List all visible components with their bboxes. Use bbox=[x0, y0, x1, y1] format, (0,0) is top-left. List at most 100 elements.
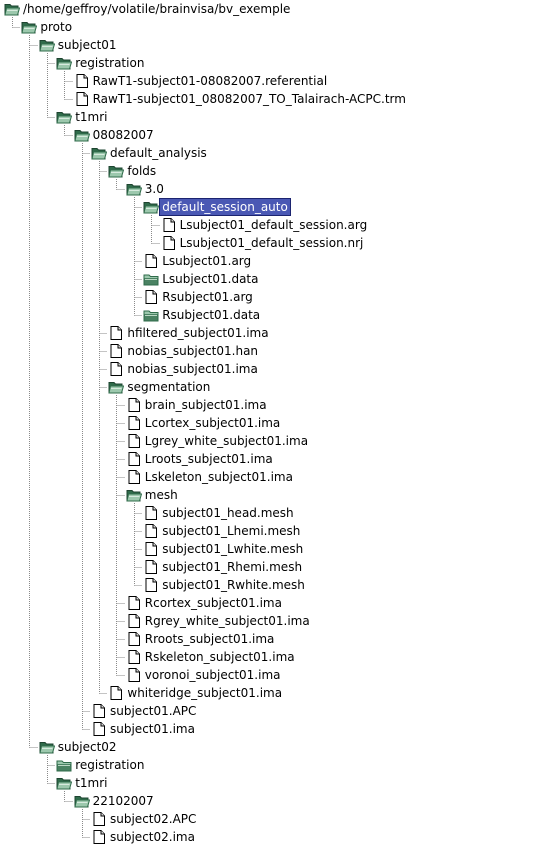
file-icon bbox=[126, 631, 142, 647]
tree-item-label: Lroots_subject01.ima bbox=[144, 452, 273, 466]
tree-folder-item[interactable]: subject01 bbox=[39, 36, 119, 54]
tree-file-item[interactable]: subject01_Rwhite.mesh bbox=[143, 576, 307, 594]
tree-item-label: Rskeleton_subject01.ima bbox=[144, 650, 295, 664]
tree-file-item[interactable]: Lskeleton_subject01.ima bbox=[126, 468, 295, 486]
tree-item-label: Lsubject01.arg bbox=[162, 254, 252, 268]
file-icon bbox=[126, 469, 142, 485]
tree-item-label: Rcortex_subject01.ima bbox=[144, 596, 282, 610]
tree-item-label: default_session_auto bbox=[159, 198, 291, 216]
tree-file-item[interactable]: nobias_subject01.han bbox=[108, 342, 260, 360]
tree-file-item[interactable]: subject01_head.mesh bbox=[143, 504, 295, 522]
tree-folder-item[interactable]: registration bbox=[56, 54, 146, 72]
tree-file-item[interactable]: Rsubject01.arg bbox=[143, 288, 255, 306]
tree-folder-item[interactable]: t1mri bbox=[56, 108, 109, 126]
file-icon bbox=[108, 361, 124, 377]
tree-folder-item[interactable]: default_session_auto bbox=[143, 198, 291, 216]
tree-item-label: registration bbox=[75, 758, 145, 772]
tree-file-item[interactable]: hfiltered_subject01.ima bbox=[108, 324, 270, 342]
tree-item-label: subject01.ima bbox=[110, 722, 195, 736]
folder-open-icon bbox=[108, 163, 125, 179]
tree-item-label: subject01_head.mesh bbox=[162, 506, 294, 520]
tree-folder-item[interactable]: 3.0 bbox=[126, 180, 166, 198]
tree-folder-item[interactable]: subject02 bbox=[39, 738, 119, 756]
file-icon bbox=[91, 811, 107, 827]
tree-folder-item[interactable]: /home/geffroy/volatile/brainvisa/bv_exem… bbox=[4, 0, 292, 18]
folder-open-icon bbox=[56, 55, 73, 71]
tree-item-label: folds bbox=[127, 164, 157, 178]
tree-file-item[interactable]: Lsubject01_default_session.arg bbox=[161, 216, 370, 234]
tree-file-item[interactable]: Lroots_subject01.ima bbox=[126, 450, 275, 468]
file-icon bbox=[126, 595, 142, 611]
file-icon bbox=[126, 667, 142, 683]
tree-file-item[interactable]: Lgrey_white_subject01.ima bbox=[126, 432, 310, 450]
file-icon bbox=[126, 451, 142, 467]
tree-file-item[interactable]: Rskeleton_subject01.ima bbox=[126, 648, 297, 666]
tree-item-label: default_analysis bbox=[110, 146, 207, 160]
folder-open-icon bbox=[56, 109, 73, 125]
tree-item-label: t1mri bbox=[75, 110, 108, 124]
tree-folder-item[interactable]: registration bbox=[56, 756, 146, 774]
file-tree: /home/geffroy/volatile/brainvisa/bv_exem… bbox=[0, 0, 534, 846]
file-icon bbox=[126, 613, 142, 629]
tree-item-label: 22102007 bbox=[92, 794, 154, 808]
tree-file-item[interactable]: Lsubject01.arg bbox=[143, 252, 253, 270]
tree-file-item[interactable]: brain_subject01.ima bbox=[126, 396, 269, 414]
folder-open-icon bbox=[56, 775, 73, 791]
tree-file-item[interactable]: Lcortex_subject01.ima bbox=[126, 414, 283, 432]
tree-item-label: Rroots_subject01.ima bbox=[144, 632, 275, 646]
file-icon bbox=[126, 433, 142, 449]
tree-file-item[interactable]: voronoi_subject01.ima bbox=[126, 666, 283, 684]
tree-item-label: Rgrey_white_subject01.ima bbox=[144, 614, 310, 628]
folder-open-icon bbox=[91, 145, 107, 161]
tree-file-item[interactable]: RawT1-subject01_08082007_TO_Talairach-AC… bbox=[74, 90, 408, 108]
folder-icon bbox=[143, 271, 159, 287]
tree-file-item[interactable]: subject02.APC bbox=[91, 810, 198, 828]
tree-folder-item[interactable]: mesh bbox=[126, 486, 180, 504]
tree-file-item[interactable]: Lsubject01_default_session.nrj bbox=[161, 234, 366, 252]
folder-open-icon bbox=[39, 739, 55, 755]
tree-folder-item[interactable]: 22102007 bbox=[73, 792, 156, 810]
tree-file-item[interactable]: Rcortex_subject01.ima bbox=[126, 594, 284, 612]
tree-folder-item[interactable]: default_analysis bbox=[91, 144, 209, 162]
tree-file-item[interactable]: subject01_Lhemi.mesh bbox=[143, 522, 302, 540]
tree-file-item[interactable]: subject01_Rhemi.mesh bbox=[143, 558, 304, 576]
tree-folder-item[interactable]: Lsubject01.data bbox=[143, 270, 260, 288]
tree-file-item[interactable]: subject02.ima bbox=[91, 828, 197, 846]
folder-open-icon bbox=[143, 199, 160, 215]
file-icon bbox=[143, 505, 159, 521]
folder-open-icon bbox=[126, 487, 142, 503]
tree-folder-item[interactable]: folds bbox=[108, 162, 158, 180]
tree-file-item[interactable]: Rroots_subject01.ima bbox=[126, 630, 277, 648]
tree-file-item[interactable]: subject01_Lwhite.mesh bbox=[143, 540, 305, 558]
file-icon bbox=[126, 649, 142, 665]
tree-file-item[interactable]: subject01.APC bbox=[91, 702, 198, 720]
file-icon bbox=[161, 217, 177, 233]
tree-item-label: nobias_subject01.han bbox=[127, 344, 259, 358]
file-icon bbox=[126, 415, 142, 431]
tree-item-label: Rsubject01.data bbox=[162, 308, 261, 322]
file-icon bbox=[126, 397, 142, 413]
tree-item-label: Rsubject01.arg bbox=[162, 290, 253, 304]
tree-folder-item[interactable]: Rsubject01.data bbox=[143, 306, 262, 324]
file-icon bbox=[143, 559, 159, 575]
tree-file-item[interactable]: RawT1-subject01-08082007.referential bbox=[74, 72, 330, 90]
tree-item-label: 3.0 bbox=[144, 182, 164, 196]
tree-folder-item[interactable]: segmentation bbox=[108, 378, 212, 396]
tree-folder-item[interactable]: proto bbox=[21, 18, 74, 36]
file-icon bbox=[108, 685, 124, 701]
file-icon bbox=[91, 721, 107, 737]
tree-item-label: brain_subject01.ima bbox=[144, 398, 267, 412]
file-icon bbox=[74, 91, 90, 107]
tree-item-label: hfiltered_subject01.ima bbox=[127, 326, 269, 340]
tree-item-label: subject01 bbox=[57, 38, 117, 52]
tree-folder-item[interactable]: t1mri bbox=[56, 774, 109, 792]
tree-item-label: subject01_Lwhite.mesh bbox=[162, 542, 304, 556]
tree-file-item[interactable]: subject01.ima bbox=[91, 720, 197, 738]
folder-icon bbox=[143, 307, 159, 323]
file-icon bbox=[161, 235, 177, 251]
tree-file-item[interactable]: whiteridge_subject01.ima bbox=[108, 684, 284, 702]
tree-folder-item[interactable]: 08082007 bbox=[73, 126, 156, 144]
tree-item-label: Lskeleton_subject01.ima bbox=[144, 470, 293, 484]
tree-file-item[interactable]: nobias_subject01.ima bbox=[108, 360, 259, 378]
tree-file-item[interactable]: Rgrey_white_subject01.ima bbox=[126, 612, 312, 630]
